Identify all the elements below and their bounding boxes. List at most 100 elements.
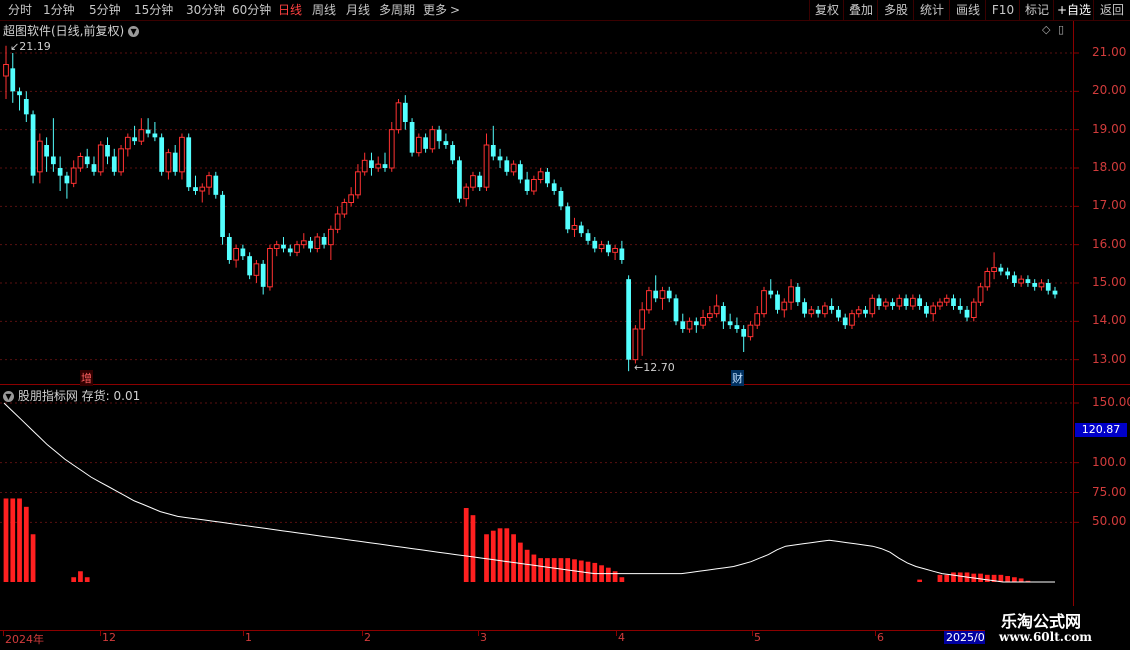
candle[interactable] xyxy=(111,148,117,176)
candle[interactable] xyxy=(890,298,895,310)
candle[interactable] xyxy=(802,298,807,318)
candle[interactable] xyxy=(308,237,313,253)
candle[interactable] xyxy=(910,294,916,310)
candle[interactable] xyxy=(138,118,145,145)
candle[interactable] xyxy=(991,252,997,280)
candle[interactable] xyxy=(395,99,402,134)
candle[interactable] xyxy=(930,302,937,322)
candle[interactable] xyxy=(457,156,462,203)
candle[interactable] xyxy=(443,133,449,149)
candle[interactable] xyxy=(152,122,158,142)
candle[interactable] xyxy=(84,148,90,168)
candle[interactable] xyxy=(1045,279,1051,295)
candle[interactable] xyxy=(876,294,882,310)
candle[interactable] xyxy=(545,168,550,188)
candle[interactable] xyxy=(605,240,611,257)
candle[interactable] xyxy=(585,229,591,245)
candle[interactable] xyxy=(896,294,903,310)
candle[interactable] xyxy=(70,160,77,188)
candle[interactable] xyxy=(206,171,212,195)
candle[interactable] xyxy=(869,294,876,318)
candle[interactable] xyxy=(706,306,713,322)
candle[interactable] xyxy=(300,233,307,249)
candle[interactable] xyxy=(220,191,225,245)
candle[interactable] xyxy=(497,148,503,168)
candle[interactable] xyxy=(747,321,754,341)
candle[interactable] xyxy=(165,148,172,180)
candle[interactable] xyxy=(551,179,557,195)
candle[interactable] xyxy=(409,118,415,157)
candle[interactable] xyxy=(51,118,56,172)
candle[interactable] xyxy=(970,298,977,322)
candle[interactable] xyxy=(578,221,584,237)
candle[interactable] xyxy=(105,137,110,165)
candle[interactable] xyxy=(186,133,192,192)
candle[interactable] xyxy=(240,244,246,260)
candle[interactable] xyxy=(781,298,788,318)
candle[interactable] xyxy=(700,309,706,329)
candle[interactable] xyxy=(179,133,185,180)
candle[interactable] xyxy=(172,145,178,176)
candle[interactable] xyxy=(321,233,327,249)
event-marker-zeng[interactable]: 增 xyxy=(80,370,93,386)
candle[interactable] xyxy=(1018,275,1025,287)
candle[interactable] xyxy=(659,286,666,310)
candle[interactable] xyxy=(77,152,84,172)
candle[interactable] xyxy=(666,286,672,303)
candle[interactable] xyxy=(44,137,49,172)
candle[interactable] xyxy=(632,325,639,364)
candle[interactable] xyxy=(863,306,868,318)
candle[interactable] xyxy=(327,225,334,261)
candle[interactable] xyxy=(977,283,984,306)
candle[interactable] xyxy=(382,152,388,172)
candle[interactable] xyxy=(91,156,97,176)
candle[interactable] xyxy=(483,133,490,192)
candle[interactable] xyxy=(159,133,165,176)
candle[interactable] xyxy=(57,156,63,192)
window-icon[interactable]: ▯ xyxy=(1058,23,1064,36)
candle[interactable] xyxy=(957,298,963,314)
candle[interactable] xyxy=(334,206,341,234)
candle[interactable] xyxy=(490,125,496,161)
candle[interactable] xyxy=(565,202,571,234)
candle[interactable] xyxy=(314,233,321,253)
candle[interactable] xyxy=(388,122,395,172)
candle[interactable] xyxy=(686,317,693,333)
event-marker-cai[interactable]: 财 xyxy=(731,370,744,386)
candle[interactable] xyxy=(646,286,652,314)
candle[interactable] xyxy=(626,275,632,372)
candle[interactable] xyxy=(849,309,855,329)
candle[interactable] xyxy=(537,168,544,184)
candle[interactable] xyxy=(951,294,956,310)
candle[interactable] xyxy=(118,145,124,176)
candle[interactable] xyxy=(1025,275,1031,287)
candle[interactable] xyxy=(815,306,821,318)
diamond-icon[interactable]: ◇ xyxy=(1042,23,1050,36)
candle[interactable] xyxy=(741,325,747,352)
candle[interactable] xyxy=(10,53,16,103)
candle[interactable] xyxy=(253,260,260,283)
candle[interactable] xyxy=(470,171,476,191)
candle[interactable] xyxy=(721,302,726,329)
candle[interactable] xyxy=(524,171,530,195)
candle[interactable] xyxy=(341,198,348,218)
candle[interactable] xyxy=(653,275,659,303)
candle[interactable] xyxy=(145,118,151,138)
candle[interactable] xyxy=(504,156,510,176)
candle[interactable] xyxy=(260,260,266,295)
candle[interactable] xyxy=(226,233,232,264)
candle[interactable] xyxy=(429,125,436,153)
candle[interactable] xyxy=(450,141,456,165)
candle[interactable] xyxy=(855,306,862,318)
candle[interactable] xyxy=(36,133,43,184)
candle[interactable] xyxy=(369,152,374,176)
candle[interactable] xyxy=(836,306,841,322)
candle[interactable] xyxy=(734,317,740,333)
candle[interactable] xyxy=(1052,286,1058,299)
candle[interactable] xyxy=(903,294,909,310)
candle[interactable] xyxy=(592,237,598,253)
candle[interactable] xyxy=(998,263,1004,276)
candle[interactable] xyxy=(3,45,9,99)
candle[interactable] xyxy=(294,240,300,257)
candle[interactable] xyxy=(775,290,780,314)
